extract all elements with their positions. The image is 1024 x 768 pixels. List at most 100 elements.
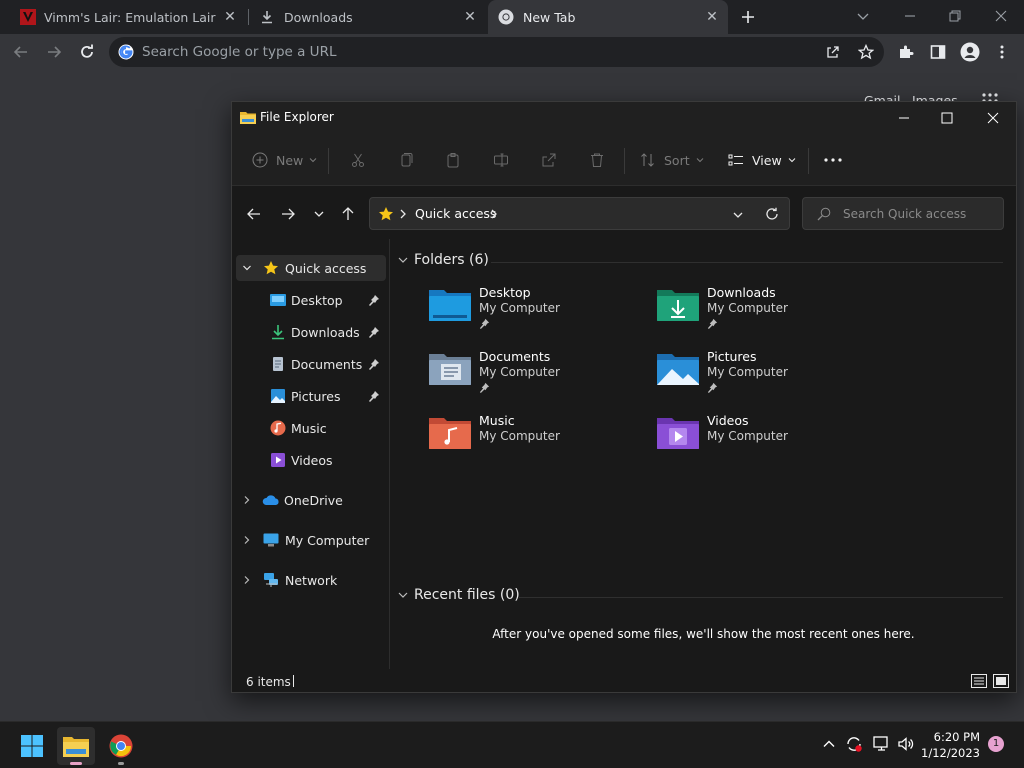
forward-button[interactable]: [280, 206, 296, 222]
folder-tile-pictures[interactable]: Pictures My Computer: [657, 349, 877, 405]
chevron-down-icon: [788, 158, 796, 163]
folder-location: My Computer: [479, 365, 560, 379]
folder-name: Documents: [479, 349, 551, 364]
new-button[interactable]: New: [252, 147, 318, 173]
share-icon[interactable]: [825, 44, 841, 60]
explorer-minimize-button[interactable]: [894, 108, 914, 128]
close-window-button[interactable]: [993, 8, 1009, 24]
paste-button[interactable]: [445, 147, 461, 173]
delete-button[interactable]: [589, 147, 605, 173]
explorer-maximize-button[interactable]: [937, 108, 957, 128]
command-separator: [624, 148, 625, 174]
sync-status-icon[interactable]: [845, 735, 863, 753]
chevron-right-icon[interactable]: [399, 209, 407, 219]
sidebar-item-my-computer[interactable]: My Computer: [236, 527, 386, 553]
rename-button[interactable]: [493, 147, 509, 173]
omnibox[interactable]: Search Google or type a URL: [109, 37, 884, 67]
network-status-icon[interactable]: [873, 736, 891, 752]
copy-button[interactable]: [398, 147, 414, 173]
sidebar-item-network[interactable]: Network: [236, 567, 386, 593]
recent-locations-button[interactable]: [313, 208, 325, 220]
volume-icon[interactable]: [897, 736, 915, 752]
details-view-button[interactable]: [971, 674, 987, 688]
folder-tile-documents[interactable]: Documents My Computer: [429, 349, 649, 405]
taskbar-file-explorer[interactable]: [57, 727, 95, 765]
refresh-button[interactable]: [764, 206, 780, 222]
address-bar[interactable]: Quick access: [369, 197, 790, 230]
tab-new-tab[interactable]: New Tab ✕: [488, 0, 728, 34]
sort-button[interactable]: Sort: [640, 147, 705, 173]
sidebar-item-label: Music: [291, 420, 327, 436]
side-panel-button[interactable]: [930, 44, 946, 60]
chevron-right-icon: [244, 496, 250, 504]
up-button[interactable]: [340, 206, 356, 222]
sidebar-item-label: Desktop: [291, 292, 343, 308]
bookmark-star-icon[interactable]: [858, 44, 874, 60]
start-button[interactable]: [13, 727, 51, 765]
tab-close-icon[interactable]: ✕: [704, 9, 720, 25]
computer-icon: [263, 533, 279, 547]
system-clock[interactable]: 6:20 PM 1/12/2023: [921, 729, 980, 761]
chrome-menu-button[interactable]: [996, 44, 1008, 60]
folder-tile-desktop[interactable]: Desktop My Computer: [429, 285, 649, 341]
new-tab-button[interactable]: [738, 7, 758, 27]
forward-button[interactable]: [45, 43, 63, 61]
recent-files-section-header[interactable]: Recent files (0): [397, 587, 520, 603]
cut-button[interactable]: [350, 147, 366, 173]
music-folder-icon: [429, 418, 471, 449]
tab-downloads[interactable]: Downloads ✕: [250, 0, 486, 34]
back-button[interactable]: [246, 206, 262, 222]
see-more-button[interactable]: [823, 147, 843, 173]
folder-tile-videos[interactable]: Videos My Computer: [657, 413, 877, 469]
address-history-button[interactable]: [732, 209, 744, 221]
folders-section-header[interactable]: Folders (6): [397, 252, 489, 268]
chrome-icon: [498, 9, 514, 25]
taskbar-chrome[interactable]: [102, 727, 140, 765]
sidebar-item-label: Network: [285, 572, 338, 588]
extensions-button[interactable]: [898, 44, 914, 60]
share-button[interactable]: [541, 147, 557, 173]
explorer-window-title: File Explorer: [260, 110, 334, 124]
sidebar-item-quick-access[interactable]: Quick access: [236, 255, 386, 281]
sidebar-item-desktop[interactable]: Desktop: [236, 287, 386, 313]
share-icon: [542, 153, 556, 167]
tab-close-icon[interactable]: ✕: [462, 9, 478, 25]
minimize-icon: [899, 117, 909, 119]
sidebar-item-videos[interactable]: Videos: [236, 447, 386, 473]
tab-title: New Tab: [523, 9, 576, 25]
large-icons-view-button[interactable]: [993, 674, 1009, 688]
sidebar-item-documents[interactable]: Documents: [236, 351, 386, 377]
folder-location: My Computer: [479, 301, 560, 315]
tab-close-icon[interactable]: ✕: [222, 9, 238, 25]
show-hidden-icons-button[interactable]: [822, 737, 836, 751]
explorer-title-bar[interactable]: File Explorer: [232, 102, 1016, 134]
back-button[interactable]: [12, 43, 30, 61]
profile-button[interactable]: [960, 42, 980, 62]
chevron-right-icon[interactable]: [490, 209, 498, 219]
view-button[interactable]: View: [728, 147, 797, 173]
plus-circle-icon: [252, 152, 268, 168]
sidebar-item-pictures[interactable]: Pictures: [236, 383, 386, 409]
tab-search-button[interactable]: [855, 8, 871, 24]
search-box[interactable]: Search Quick access: [802, 197, 1004, 230]
sidebar-item-downloads[interactable]: Downloads: [236, 319, 386, 345]
arrow-right-icon: [48, 46, 62, 58]
folder-tile-downloads[interactable]: Downloads My Computer: [657, 285, 877, 341]
reload-button[interactable]: [78, 43, 96, 61]
sidebar-item-onedrive[interactable]: OneDrive: [236, 487, 386, 513]
restore-button[interactable]: [947, 8, 963, 24]
breadcrumb-quick-access[interactable]: Quick access: [415, 206, 496, 221]
maximize-icon: [941, 112, 953, 124]
explorer-close-button[interactable]: [983, 108, 1003, 128]
more-dots-icon: [824, 158, 842, 162]
view-list-icon: [728, 154, 743, 166]
minimize-button[interactable]: [902, 8, 918, 24]
chevron-down-icon: [314, 211, 324, 217]
folder-tile-music[interactable]: Music My Computer: [429, 413, 649, 469]
notification-badge[interactable]: 1: [988, 736, 1004, 752]
desktop-folder-icon: [429, 290, 471, 321]
folder-icon: [240, 110, 256, 124]
running-app-indicator: [118, 762, 124, 765]
tab-vimms-lair[interactable]: Vimm's Lair: Emulation Lair ✕: [8, 0, 246, 34]
sidebar-item-music[interactable]: Music: [236, 415, 386, 441]
